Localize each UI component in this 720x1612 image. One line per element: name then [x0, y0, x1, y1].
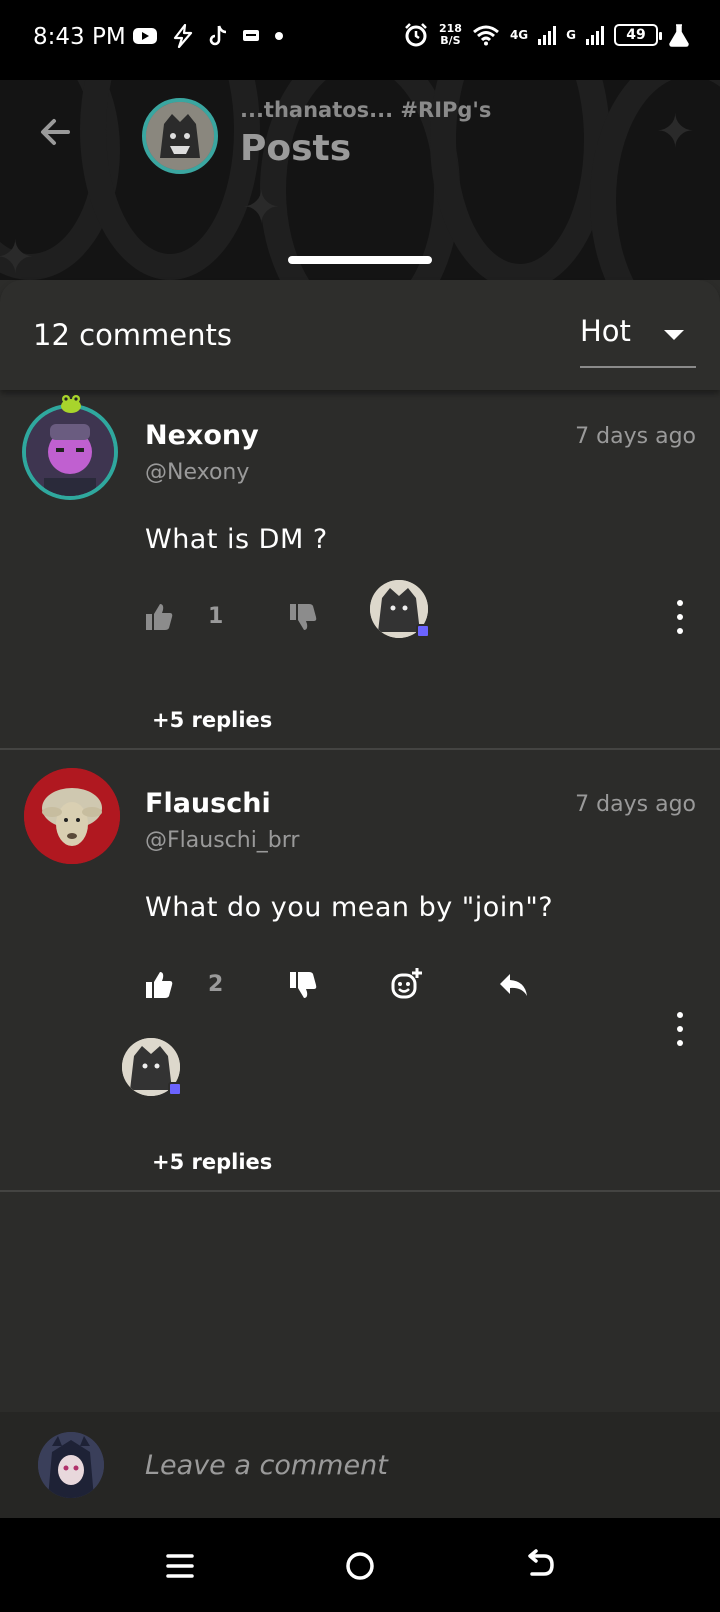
signal-icon: [538, 25, 557, 45]
comment-timestamp: 7 days ago: [575, 792, 696, 817]
tiktok-icon: [209, 25, 227, 46]
comment-input[interactable]: [145, 1440, 685, 1490]
reply-icon[interactable]: [496, 968, 530, 1002]
network-4g-label: 4G: [509, 28, 529, 42]
battery-level: 49: [626, 27, 646, 43]
back-icon[interactable]: [516, 1542, 564, 1590]
comment-timestamp: 7 days ago: [575, 424, 696, 449]
alarm-icon: [405, 23, 427, 47]
menu-icon[interactable]: [156, 1542, 204, 1590]
like-count: 1: [208, 604, 224, 629]
page-title: Posts: [240, 128, 352, 169]
battery-icon: 49: [614, 24, 662, 46]
system-icons: 218 B/S 4G G 49: [403, 22, 690, 48]
flask-icon: [669, 24, 689, 47]
wifi-icon: [472, 25, 499, 46]
comment-author-name[interactable]: Flauschi: [145, 788, 271, 819]
more-options-icon[interactable]: [675, 1012, 685, 1046]
community-avatar[interactable]: [142, 98, 218, 174]
message-icon: [243, 30, 259, 41]
network-g-label: G: [566, 28, 576, 42]
comment-composer: [0, 1412, 720, 1518]
net-speed: 218 B/S: [439, 23, 462, 47]
frog-badge-icon: [61, 395, 81, 413]
net-speed-unit: B/S: [440, 34, 461, 47]
user-avatar-icon: [26, 408, 114, 496]
wolf-avatar-icon: [146, 102, 214, 170]
header: ✦ ✦ ✦ ...thanatos... #RIPg's Posts: [0, 80, 720, 280]
current-user-avatar[interactable]: [38, 1432, 104, 1498]
chevron-down-icon: [664, 330, 684, 340]
comments-header: 12 comments Hot: [0, 280, 720, 390]
status-bar: 8:43 PM 218 B/S 4G G 49: [0, 0, 720, 80]
more-options-icon[interactable]: [675, 600, 685, 634]
navigation-bar: [0, 1518, 720, 1612]
thumbs-up-icon[interactable]: [142, 600, 176, 634]
home-icon[interactable]: [336, 1542, 384, 1590]
community-name: ...thanatos... #RIPg's: [240, 98, 492, 122]
reaction-badge: [168, 1082, 182, 1096]
sparkle-icon: ✦: [242, 180, 281, 234]
comments-sheet: 12 comments Hot Nexony @Nexony 7 days ag…: [0, 280, 720, 1520]
comment-text: What is DM ?: [145, 524, 328, 555]
add-reaction-icon[interactable]: [390, 966, 424, 1000]
flash-icon: [173, 24, 193, 48]
comment-item: Nexony @Nexony 7 days ago What is DM ? 1…: [0, 390, 720, 750]
sheep-avatar-icon: [24, 768, 120, 864]
comment-text: What do you mean by "join"?: [145, 892, 554, 923]
thumbs-down-icon[interactable]: [286, 968, 320, 1002]
dot-icon: [275, 32, 283, 40]
comment-author-handle: @Flauschi_brr: [145, 828, 300, 853]
thumbs-down-icon[interactable]: [286, 600, 320, 634]
sparkle-icon: ✦: [0, 230, 35, 280]
status-time: 8:43 PM: [33, 24, 126, 50]
sort-selected: Hot: [580, 314, 631, 348]
signal-icon: [586, 25, 604, 45]
comment-count: 12 comments: [33, 318, 233, 352]
sort-dropdown[interactable]: Hot: [580, 310, 696, 368]
view-replies-link[interactable]: +5 replies: [152, 1150, 272, 1174]
anime-avatar-icon: [38, 1432, 104, 1498]
view-replies-link[interactable]: +5 replies: [152, 708, 272, 732]
avatar[interactable]: [24, 768, 120, 864]
comment-author-name[interactable]: Nexony: [145, 420, 259, 451]
like-count: 2: [208, 972, 224, 997]
header-pattern: [590, 80, 720, 280]
avatar[interactable]: [22, 404, 118, 500]
thumbs-up-icon[interactable]: [142, 968, 176, 1002]
comment-item: Flauschi @Flauschi_brr 7 days ago What d…: [0, 750, 720, 1192]
back-arrow-icon[interactable]: [34, 110, 78, 154]
sheet-drag-handle[interactable]: [288, 256, 432, 264]
notification-icons: [132, 24, 284, 48]
youtube-icon: [133, 28, 157, 44]
comment-author-handle: @Nexony: [145, 460, 250, 485]
sparkle-icon: ✦: [656, 104, 695, 158]
reaction-badge: [416, 624, 430, 638]
